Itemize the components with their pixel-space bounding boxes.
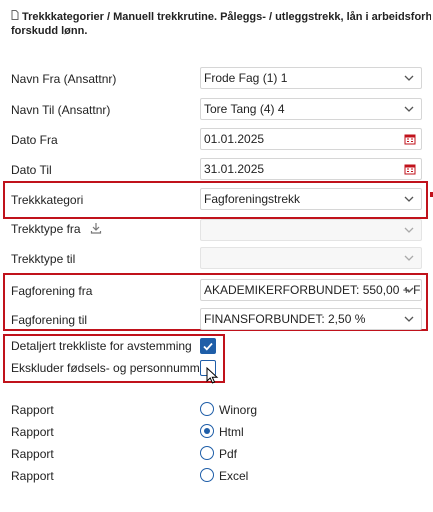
trekktype-til-select[interactable]: [200, 247, 422, 269]
rapport-radio-winorg[interactable]: [200, 402, 214, 416]
navn-fra-select[interactable]: Frode Fag (1) 1: [200, 67, 422, 89]
dato-fra-value: 01.01.2025: [204, 132, 265, 146]
fagforening-fra-label: Fagforening fra: [11, 284, 93, 298]
detaljert-label: Detaljert trekkliste for avstemming: [11, 339, 192, 353]
navn-til-select[interactable]: Tore Tang (4) 4: [200, 98, 422, 120]
chevron-down-icon[interactable]: [404, 195, 414, 203]
rapport-option-excel[interactable]: Excel: [219, 469, 248, 483]
trekktype-fra-select[interactable]: [200, 219, 422, 241]
navn-til-label: Navn Til (Ansattnr): [11, 103, 111, 117]
navn-fra-value: Frode Fag (1) 1: [204, 71, 288, 85]
rapport-label: Rapport: [11, 469, 54, 483]
fagforening-fra-select[interactable]: AKADEMIKERFORBUNDET: 550,00 + F300,: [200, 279, 422, 301]
rapport-option-html[interactable]: Html: [219, 425, 244, 439]
chevron-down-icon[interactable]: [404, 105, 414, 113]
trekktype-fra-label-text: Trekktype fra: [11, 222, 81, 236]
chevron-down-icon[interactable]: [404, 226, 414, 234]
dato-til-value: 31.01.2025: [204, 162, 265, 176]
fagforening-til-label: Fagforening til: [11, 313, 88, 327]
rapport-option-pdf[interactable]: Pdf: [219, 447, 237, 461]
trekkkategori-value: Fagforeningstrekk: [204, 192, 301, 206]
chevron-down-icon[interactable]: [404, 254, 414, 262]
fagforening-fra-value: AKADEMIKERFORBUNDET: 550,00 + F300,: [204, 283, 422, 297]
page-header: Trekkkategorier / Manuell trekkrutine. P…: [11, 10, 431, 38]
download-icon[interactable]: [90, 222, 102, 237]
fagforening-til-value: FINANSFORBUNDET: 2,50 %: [204, 312, 366, 326]
trekktype-fra-label: Trekktype fra: [11, 222, 102, 237]
page-title-continued: forskudd lønn.: [11, 25, 88, 37]
detaljert-checkbox[interactable]: [200, 338, 216, 354]
navn-fra-label: Navn Fra (Ansattnr): [11, 72, 117, 86]
calendar-icon[interactable]: [404, 163, 416, 175]
trekkkategori-label: Trekkkategori: [11, 193, 84, 207]
dato-til-label: Dato Til: [11, 163, 52, 177]
mouse-cursor-icon: [206, 367, 219, 384]
page-title: Trekkkategorier / Manuell trekkrutine. P…: [22, 11, 431, 23]
chevron-down-icon[interactable]: [404, 315, 414, 323]
rapport-radio-pdf[interactable]: [200, 446, 214, 460]
document-icon: [11, 10, 19, 24]
navn-til-value: Tore Tang (4) 4: [204, 102, 285, 116]
ekskluder-label: Ekskluder fødsels- og personnummer: [11, 361, 211, 375]
rapport-label: Rapport: [11, 425, 54, 439]
rapport-radio-excel[interactable]: [200, 468, 214, 482]
fagforening-til-select[interactable]: FINANSFORBUNDET: 2,50 %: [200, 308, 422, 330]
rapport-option-winorg[interactable]: Winorg: [219, 403, 257, 417]
calendar-icon[interactable]: [404, 133, 416, 145]
trekkkategori-select[interactable]: Fagforeningstrekk: [200, 188, 422, 210]
trekktype-til-label: Trekktype til: [11, 252, 76, 266]
rapport-radio-html[interactable]: [200, 424, 214, 438]
dato-til-input[interactable]: 31.01.2025: [200, 158, 422, 180]
chevron-down-icon[interactable]: [404, 286, 414, 294]
checkmark-icon: [203, 342, 213, 351]
dato-fra-input[interactable]: 01.01.2025: [200, 128, 422, 150]
rapport-label: Rapport: [11, 447, 54, 461]
chevron-down-icon[interactable]: [404, 74, 414, 82]
rapport-label: Rapport: [11, 403, 54, 417]
dato-fra-label: Dato Fra: [11, 133, 58, 147]
